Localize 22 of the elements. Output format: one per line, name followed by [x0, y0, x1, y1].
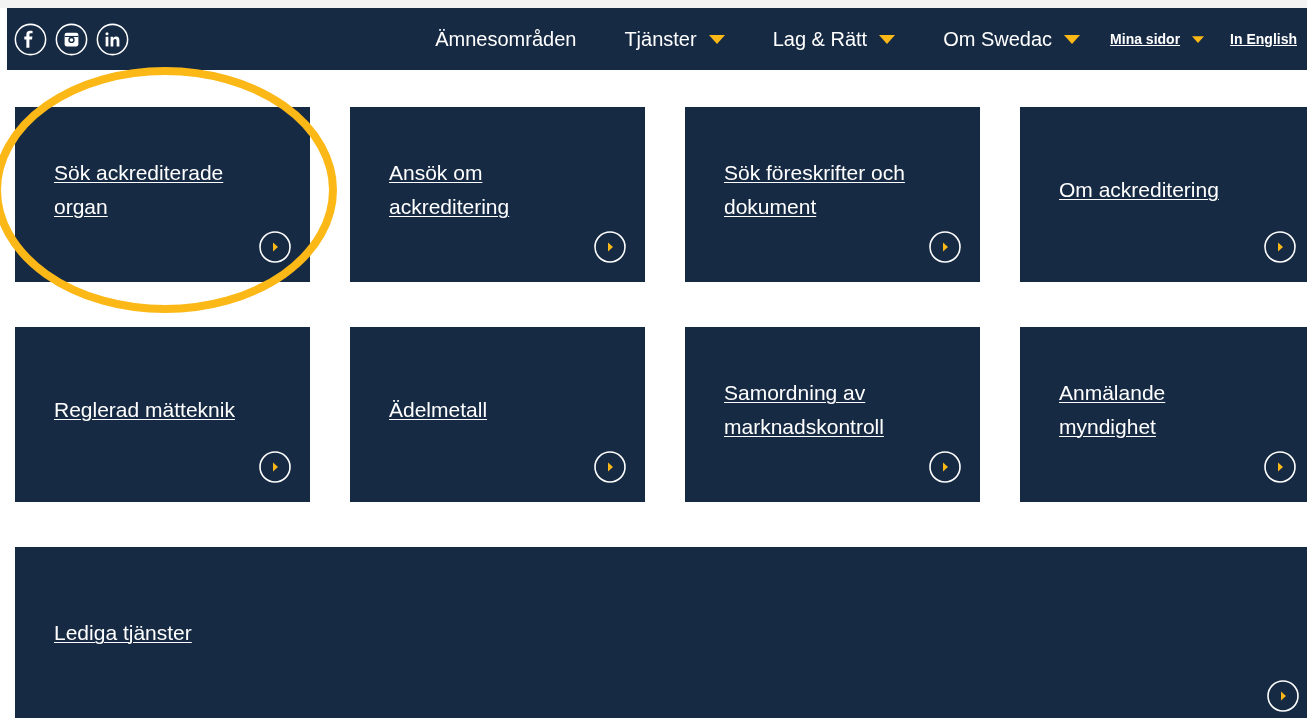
- caret-icon: [1192, 35, 1205, 43]
- facebook-icon[interactable]: [14, 22, 47, 56]
- caret-icon: [708, 34, 725, 44]
- link-tile[interactable]: Sök ackrediterade organ: [15, 107, 310, 282]
- utility-link[interactable]: In English: [1230, 28, 1297, 50]
- link-tile[interactable]: Ädelmetall: [350, 327, 645, 502]
- caret-icon: [1064, 34, 1081, 44]
- instagram-icon[interactable]: [55, 22, 88, 56]
- link-tile[interactable]: Om ackreditering: [1020, 107, 1307, 282]
- caret-icon: [879, 34, 896, 44]
- utility-link[interactable]: Mina sidor: [1110, 28, 1205, 50]
- link-tile[interactable]: Samordning av marknadskontroll: [685, 327, 980, 502]
- link-tile[interactable]: Sök föreskrifter och dokument: [685, 107, 980, 282]
- nav-menu-item[interactable]: Ämnesområden: [435, 24, 577, 54]
- link-tile[interactable]: Lediga tjänster: [15, 547, 1307, 718]
- link-tile[interactable]: Ansök om ackreditering: [350, 107, 645, 282]
- nav-menu-item[interactable]: Lag & Rätt: [772, 24, 896, 54]
- link-tile[interactable]: Reglerad mätteknik: [15, 327, 310, 502]
- nav-menu-item[interactable]: Tjänster: [624, 24, 725, 54]
- link-tile[interactable]: Anmälande myndighet: [1020, 327, 1307, 502]
- linkedin-icon[interactable]: [96, 22, 129, 56]
- nav-menu-item[interactable]: Om Swedac: [943, 24, 1081, 54]
